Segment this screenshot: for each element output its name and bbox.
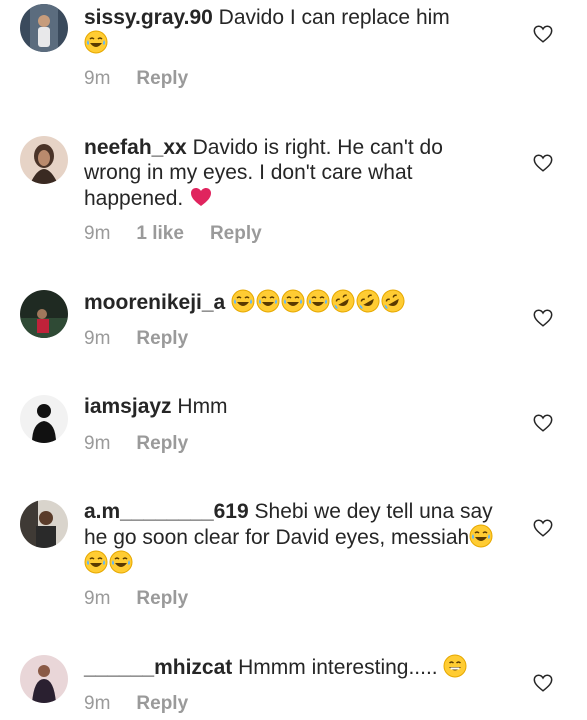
laughing-tears-icon	[256, 289, 280, 313]
avatar[interactable]	[20, 136, 68, 184]
red-heart-icon	[189, 185, 213, 209]
comment-text: a.m________619 Shebi we dey tell una say…	[84, 499, 504, 576]
comment-text: iamsjayz Hmm	[84, 394, 504, 419]
comment-meta: 9m Reply	[84, 433, 214, 455]
reply-button[interactable]: Reply	[136, 588, 188, 609]
reply-button[interactable]: Reply	[136, 328, 188, 349]
comment-text: sissy.gray.90 Davido I can replace him	[84, 5, 504, 56]
timestamp: 9m	[84, 328, 111, 349]
username[interactable]: iamsjayz	[84, 395, 172, 418]
timestamp: 9m	[84, 223, 111, 244]
timestamp: 9m	[84, 693, 111, 714]
rolling-laughing-icon	[381, 289, 405, 313]
comment-meta: 9m Reply	[84, 693, 214, 715]
like-heart-icon[interactable]	[532, 517, 554, 539]
comment-meta: 9m Reply	[84, 68, 214, 90]
like-heart-icon[interactable]	[532, 23, 554, 45]
laughing-tears-icon	[84, 30, 108, 54]
laughing-tears-icon	[109, 550, 133, 574]
like-count[interactable]: 1 like	[136, 223, 184, 244]
laughing-tears-icon	[281, 289, 305, 313]
avatar[interactable]	[20, 500, 68, 548]
grinning-face-icon	[443, 654, 467, 678]
comment-text: moorenikeji_a	[84, 289, 504, 315]
like-heart-icon[interactable]	[532, 307, 554, 329]
laughing-tears-icon	[306, 289, 330, 313]
timestamp: 9m	[84, 68, 111, 89]
avatar[interactable]	[20, 290, 68, 338]
comment-body: Davido I can replace him	[212, 6, 450, 29]
comment-body: Hmmm interesting.....	[232, 656, 444, 679]
like-heart-icon[interactable]	[532, 412, 554, 434]
username[interactable]: sissy.gray.90	[84, 6, 213, 29]
rolling-laughing-icon	[356, 289, 380, 313]
laughing-tears-icon	[84, 550, 108, 574]
timestamp: 9m	[84, 588, 111, 609]
username[interactable]: a.m________619	[84, 500, 249, 523]
reply-button[interactable]: Reply	[136, 68, 188, 89]
rolling-laughing-icon	[331, 289, 355, 313]
reply-button[interactable]: Reply	[136, 693, 188, 714]
reply-button[interactable]: Reply	[136, 433, 188, 454]
avatar[interactable]	[20, 395, 68, 443]
username[interactable]: neefah_xx	[84, 136, 187, 159]
username[interactable]: moorenikeji_a	[84, 291, 225, 314]
avatar[interactable]	[20, 4, 68, 52]
comment-meta: 9m Reply	[84, 588, 214, 610]
comment-body: Hmm	[171, 395, 228, 418]
laughing-tears-icon	[231, 289, 255, 313]
comment-meta: 9m Reply	[84, 328, 214, 350]
emoji-row	[231, 289, 406, 314]
like-heart-icon[interactable]	[532, 152, 554, 174]
avatar[interactable]	[20, 655, 68, 703]
comment-meta: 9m 1 like Reply	[84, 223, 288, 245]
reply-button[interactable]: Reply	[210, 223, 262, 244]
laughing-tears-icon	[469, 524, 493, 548]
username[interactable]: ______mhizcat	[84, 656, 232, 679]
timestamp: 9m	[84, 433, 111, 454]
comment-text: ______mhizcat Hmmm interesting.....	[84, 654, 504, 680]
comment-text: neefah_xx Davido is right. He can't do w…	[84, 135, 504, 211]
like-heart-icon[interactable]	[532, 672, 554, 694]
